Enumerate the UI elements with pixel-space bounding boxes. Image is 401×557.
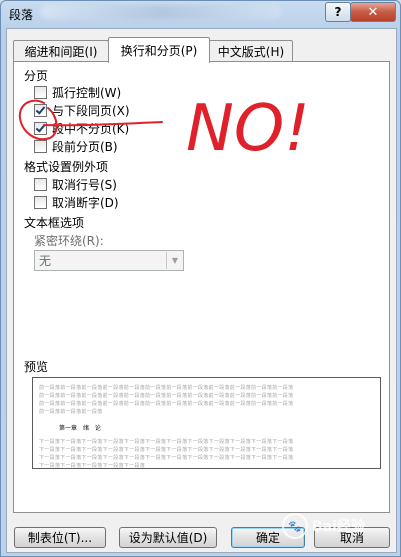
suppress-line-numbers-checkbox[interactable] [34,177,47,191]
keep-with-next-option[interactable]: 与下段同页(X) [34,102,130,118]
widow-control-option[interactable]: 孤行控制(W) [34,84,121,100]
paragraph-dialog: 段落 ? ✕ 缩进和间距(I) 换行和分页(P) 中文版式(H) 分页 孤行控制… [0,0,401,557]
keep-lines-together-option[interactable]: 段中不分页(K) [34,120,129,136]
watermark: 🐾 Bai经验 [282,507,382,545]
exceptions-heading: 格式设置例外项 [24,160,109,174]
dialog-title: 段落 [9,8,34,22]
keep-with-next-checkbox[interactable] [34,103,47,117]
help-button[interactable]: ? [325,2,351,22]
keep-lines-together-label: 段中不分页(K) [52,121,130,136]
preview-sample-text: 第一章 绪 论 [59,423,105,432]
preview-sample-word: 绪 [82,425,89,432]
suppress-line-numbers-option[interactable]: 取消行号(S) [34,176,117,192]
preview-sample-word: 第一章 [59,425,78,432]
preview-next-line: 下一段落下一段落下一段落下一段落下一段落下一段落下一段落下一段落下一段落下一段落… [39,455,294,461]
no-hyphenation-option[interactable]: 取消断字(D) [34,194,119,210]
preview-prev-line: 前一段落前一段落前一段落前一段落前一段落前一段落前一段落前一段落前一段落前一段落… [39,401,294,407]
chevron-down-icon[interactable]: ▼ [166,252,183,269]
preview-prev-line: 前一段落前一段落前一段落 [39,409,103,415]
title-bar[interactable]: 段落 ? ✕ [1,1,400,27]
preview-next-line: 下一段落下一段落下一段落下一段落下一段落下一段落下一段落下一段落下一段落下一段落… [39,447,294,453]
page-break-before-option[interactable]: 段前分页(B) [34,138,118,154]
tab-line-page-breaks[interactable]: 换行和分页(P) [108,37,210,63]
paw-icon: 🐾 [282,513,308,539]
set-default-button[interactable]: 设为默认值(D) [119,527,217,548]
watermark-text: Bai经验 [312,519,365,535]
pagination-heading: 分页 [24,69,49,83]
tight-wrap-select[interactable]: 无 ▼ [34,250,184,271]
suppress-line-numbers-label: 取消行号(S) [52,177,117,192]
preview-prev-line: 前一段落前一段落前一段落前一段落前一段落前一段落前一段落前一段落前一段落前一段落… [39,393,294,399]
preview-next-line: 下一段落下一段落下一段落下一段落下一段落下一段落下一段落下一段落下一段落下一段落… [39,439,294,445]
close-button[interactable]: ✕ [350,2,396,22]
preview-next-line: 下一段落下一段落下一段落下一段落下一段落 [39,463,146,469]
blurred-background-text [41,5,281,19]
preview-sample-word: 论 [94,425,101,432]
tight-wrap-label: 紧密环绕(R): [34,234,104,248]
tab-panel-line-page-breaks: 分页 孤行控制(W) 与下段同页(X) 段中不分页(K) 段前分页(B) 格式设… [13,61,390,513]
no-hyphenation-checkbox[interactable] [34,195,47,209]
tabs-button[interactable]: 制表位(T)... [14,527,106,548]
textbox-heading: 文本框选项 [24,216,85,230]
dialog-body: 缩进和间距(I) 换行和分页(P) 中文版式(H) 分页 孤行控制(W) 与下段… [6,28,397,553]
widow-control-label: 孤行控制(W) [52,85,122,100]
keep-lines-together-checkbox[interactable] [34,121,47,135]
tab-indents-spacing[interactable]: 缩进和间距(I) [13,40,109,61]
tab-asian-typography[interactable]: 中文版式(H) [209,40,293,61]
page-break-before-label: 段前分页(B) [52,139,118,154]
preview-prev-line: 前一段落前一段落前一段落前一段落前一段落前一段落前一段落前一段落前一段落前一段落… [39,385,294,391]
page-break-before-checkbox[interactable] [34,139,47,153]
widow-control-checkbox[interactable] [34,85,47,99]
tight-wrap-value: 无 [39,254,52,268]
preview-box: 前一段落前一段落前一段落前一段落前一段落前一段落前一段落前一段落前一段落前一段落… [32,377,381,469]
keep-with-next-label: 与下段同页(X) [52,103,130,118]
no-hyphenation-label: 取消断字(D) [52,195,119,210]
preview-heading: 预览 [24,360,49,374]
